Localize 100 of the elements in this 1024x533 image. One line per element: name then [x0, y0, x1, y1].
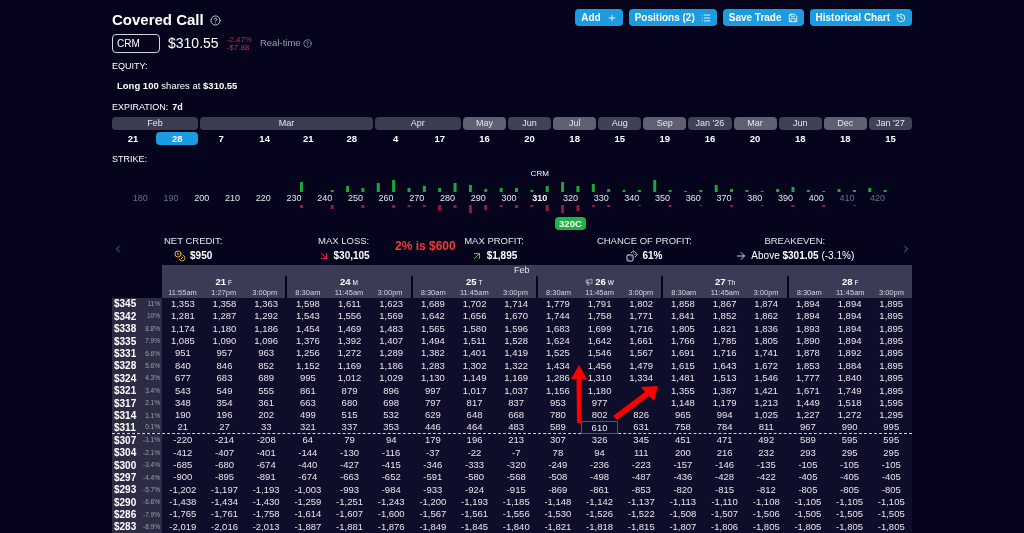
month-header: Feb	[112, 117, 199, 131]
strike-tick[interactable]: 200	[186, 192, 218, 203]
table-cell: 995	[883, 420, 900, 435]
month-header: Jun	[508, 117, 552, 131]
expiration-date[interactable]: 21	[112, 132, 155, 146]
strike-tick[interactable]: 410	[831, 192, 863, 203]
table-cell-text: 1,895	[879, 358, 904, 373]
strike-tick[interactable]: 330	[585, 192, 617, 203]
month-header: Jan '26	[688, 117, 732, 131]
strike-tick[interactable]: 380	[739, 192, 771, 203]
expiration-date[interactable]: 21	[287, 132, 330, 146]
strike-tick[interactable]: 280	[432, 192, 463, 203]
table-cell-text: 1,528	[504, 334, 529, 348]
expiration-date[interactable]: 18	[553, 132, 597, 146]
strike-tick[interactable]: 260	[370, 192, 402, 203]
strike-tick[interactable]: 190	[155, 192, 187, 203]
expiration-date[interactable]: 15	[598, 132, 642, 146]
strike-tick[interactable]: 340	[616, 192, 648, 203]
table-cell: -37	[426, 445, 440, 460]
help-icon[interactable]	[302, 39, 312, 48]
expiration-date[interactable]: 4	[374, 132, 417, 146]
table-cell: -1,185	[502, 495, 530, 510]
table-cell: 589	[800, 433, 816, 448]
table-cell: 1,716	[712, 346, 737, 361]
table-cell: 1,292	[254, 309, 279, 324]
strike-tick[interactable]: 320	[555, 192, 586, 203]
table-cell: -812	[756, 482, 776, 497]
table-cell-text: 354	[216, 395, 233, 410]
strike-price: $286	[114, 508, 138, 522]
expiration-date[interactable]: 7	[200, 132, 242, 146]
table-cell: 595	[883, 433, 900, 448]
table-cell: 94	[385, 433, 397, 448]
table-cell: -1,110	[711, 495, 738, 510]
expiration-date[interactable]: 16	[462, 132, 506, 146]
expiration-date[interactable]: 28	[331, 132, 373, 146]
table-cell: -1,806	[711, 519, 739, 533]
table-cell: -993	[340, 482, 360, 497]
table-cell: 1,642	[420, 309, 445, 324]
strike-tick[interactable]: 290	[462, 192, 494, 203]
strike-tick[interactable]: 400	[800, 192, 832, 203]
list-icon	[700, 12, 711, 23]
table-cell: -2,019	[169, 519, 197, 533]
strike-tick[interactable]: 250	[340, 192, 371, 203]
day-label: 24	[340, 275, 351, 287]
table-cell: 1,852	[712, 309, 737, 324]
add-icon	[606, 12, 617, 23]
table-cell: 483	[508, 420, 525, 435]
strike-tick[interactable]: 240	[309, 192, 341, 203]
table-cell: -1,815	[627, 519, 655, 533]
strike-tick[interactable]: 350	[647, 192, 678, 203]
strike-price: $328	[114, 359, 138, 374]
table-cell-text: 1,702	[462, 296, 487, 311]
stat-label: MAX LOSS:	[318, 234, 370, 249]
table-cell: 1,156	[546, 383, 570, 398]
strike-tick[interactable]: 300	[493, 192, 525, 203]
strike-price: $300	[114, 458, 138, 473]
expiration-date[interactable]: 20	[733, 132, 777, 146]
table-cell-text: 1,791	[587, 296, 612, 311]
strike-tick[interactable]: 370	[708, 192, 740, 203]
table-cell-text: -105	[798, 457, 818, 472]
strike-tick[interactable]: 210	[217, 192, 248, 203]
table-cell-text: -135	[756, 457, 776, 472]
table-cell: -208	[256, 433, 276, 448]
expiration-date[interactable]: 18	[823, 132, 867, 146]
table-cell-text: 1,785	[712, 334, 737, 348]
table-cell: 321	[299, 420, 316, 435]
table-cell: 951	[174, 346, 191, 361]
table-cell-text: 1,615	[671, 358, 695, 373]
table-cell: 202	[258, 408, 275, 423]
strike-tick[interactable]: 420	[862, 192, 893, 203]
table-cell: -891	[256, 470, 276, 485]
expiration-date[interactable]: 14	[243, 132, 286, 146]
table-cell: 1,525	[546, 346, 570, 361]
expiration-date[interactable]: 15	[868, 132, 912, 146]
table-cell: -405	[881, 470, 901, 485]
table-cell: 200	[674, 445, 691, 460]
strike-tick[interactable]: 270	[401, 192, 433, 203]
expiration-date[interactable]: 16	[688, 132, 732, 146]
strike-tick[interactable]: 390	[770, 192, 801, 203]
table-cell-text: 1,392	[337, 334, 362, 348]
strike-tick[interactable]: 220	[247, 192, 279, 203]
table-cell: 1,382	[420, 346, 445, 361]
ticker-field[interactable]: CRM	[112, 34, 160, 53]
strike-tick[interactable]: 230	[278, 192, 310, 203]
table-cell: 216	[716, 445, 733, 460]
strike-tick[interactable]: 310	[524, 192, 556, 203]
table-cell-text: 1,766	[671, 334, 695, 348]
strike-tick[interactable]: 180	[125, 192, 156, 203]
megaphone-icon	[585, 277, 594, 286]
expiration-date[interactable]: 19	[643, 132, 687, 146]
table-cell-text: 1,494	[420, 334, 445, 348]
expiration-date[interactable]: 17	[418, 132, 461, 146]
expiration-date[interactable]: 18	[778, 132, 822, 146]
table-cell: -1,259	[294, 495, 322, 510]
expiration-date[interactable]: 20	[508, 132, 552, 146]
table-cell: -1,821	[544, 519, 572, 533]
table-cell: 337	[341, 420, 358, 435]
strike-tick[interactable]: 360	[677, 192, 709, 203]
help-icon[interactable]	[209, 14, 221, 26]
table-cell: 1,130	[420, 371, 445, 386]
